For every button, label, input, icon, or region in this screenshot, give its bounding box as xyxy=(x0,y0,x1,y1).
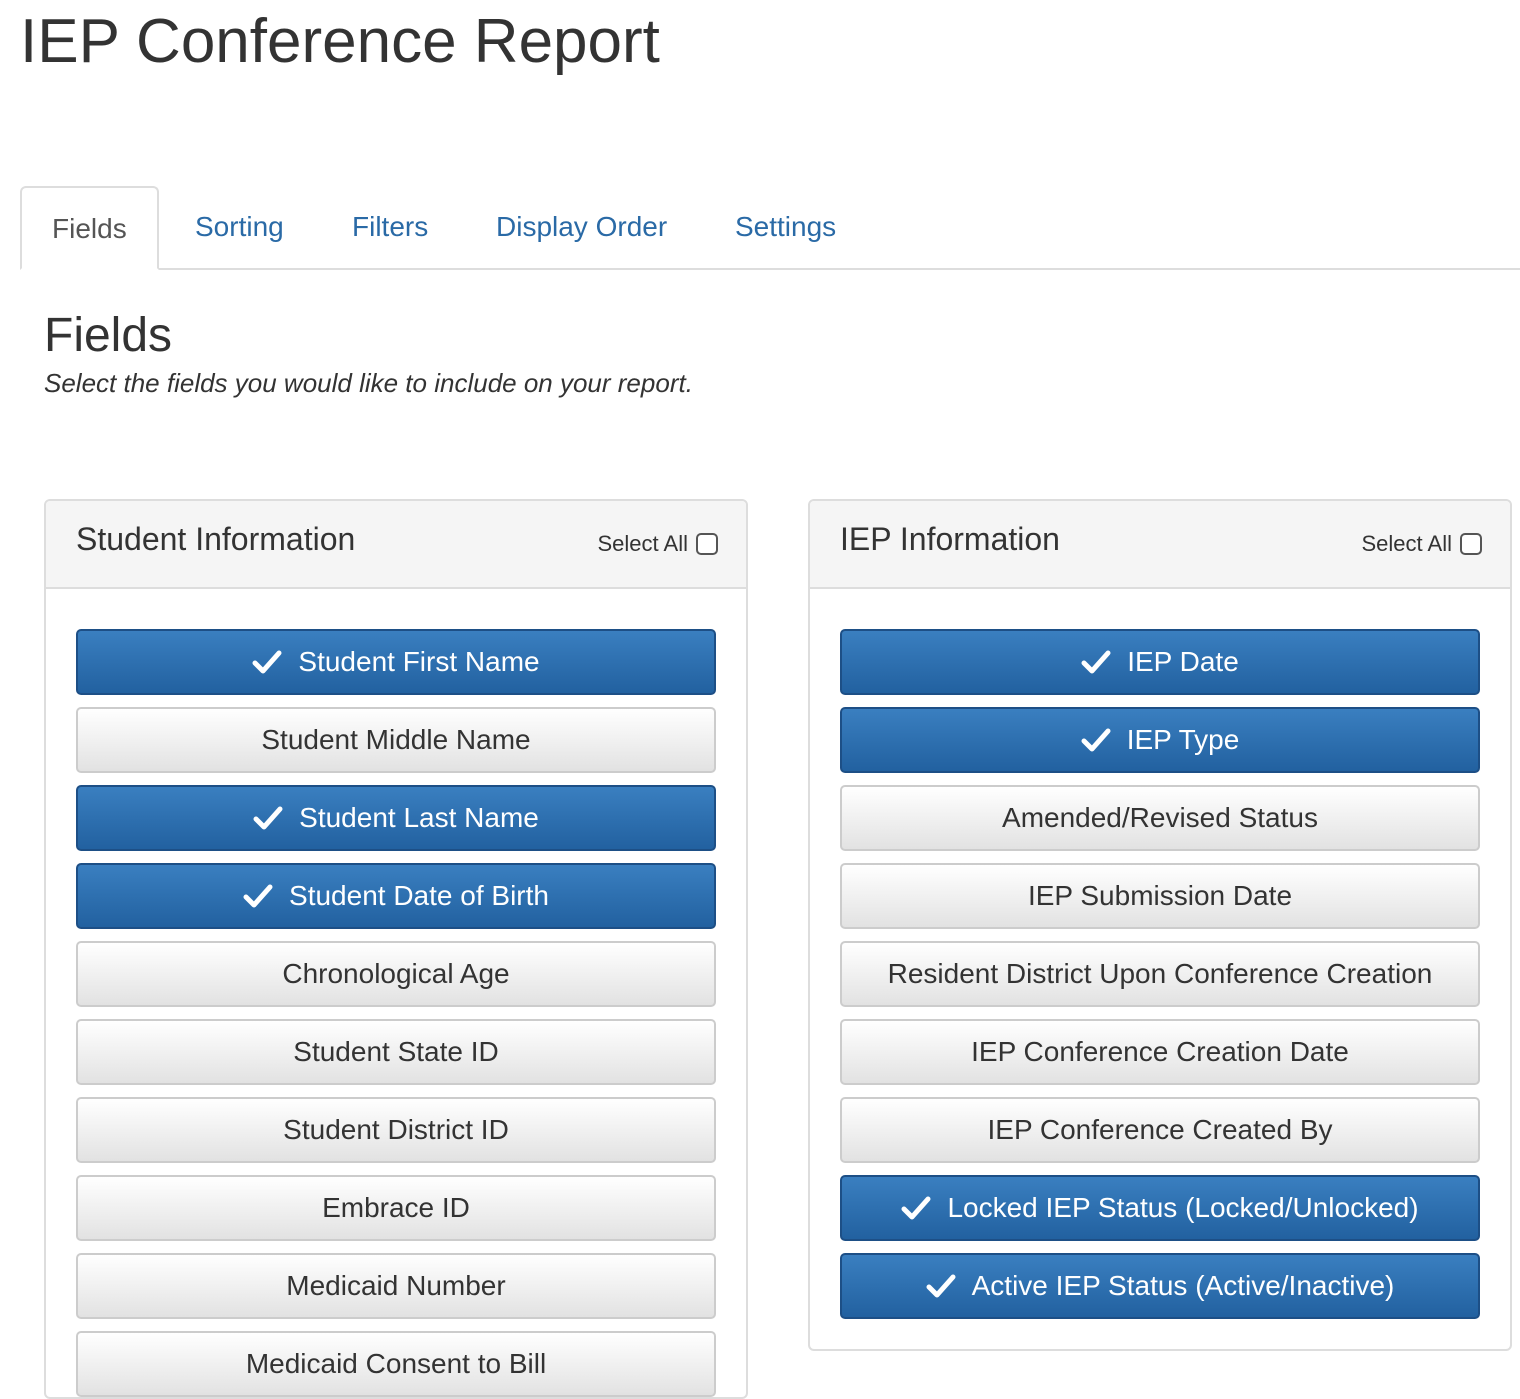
field-label: IEP Date xyxy=(1127,646,1239,677)
iep-field-button[interactable]: IEP Date xyxy=(840,629,1480,695)
field-label: IEP Conference Created By xyxy=(987,1114,1333,1145)
student-field-button[interactable]: Student First Name xyxy=(76,629,716,695)
tab-filters[interactable]: Filters xyxy=(352,186,428,270)
select-all-checkbox[interactable] xyxy=(1460,533,1482,555)
iep-field-button[interactable]: Amended/Revised Status xyxy=(840,785,1480,851)
field-label: Student State ID xyxy=(293,1036,499,1067)
panel-heading: IEP Information Select All xyxy=(810,501,1510,589)
field-label: Chronological Age xyxy=(282,958,510,989)
panel-heading: Student Information Select All xyxy=(46,501,746,589)
field-label: Locked IEP Status (Locked/Unlocked) xyxy=(947,1192,1419,1223)
field-label: IEP Type xyxy=(1126,724,1240,755)
check-icon xyxy=(253,803,283,833)
field-label: IEP Submission Date xyxy=(1027,880,1293,911)
tab-bar: Fields Sorting Filters Display Order Set… xyxy=(20,186,1520,270)
section-subtitle: Select the fields you would like to incl… xyxy=(44,368,693,398)
field-label: Student Middle Name xyxy=(261,724,531,755)
field-label: IEP Conference Creation Date xyxy=(971,1036,1349,1067)
check-icon xyxy=(252,647,282,677)
page-title: IEP Conference Report xyxy=(20,7,660,76)
panel-title: IEP Information xyxy=(840,521,1060,557)
iep-select-all[interactable]: Select All xyxy=(1361,531,1482,557)
iep-field-button[interactable]: IEP Conference Created By xyxy=(840,1097,1480,1163)
check-icon xyxy=(243,881,273,911)
check-icon xyxy=(901,1193,931,1223)
iep-information-panel: IEP Information Select All IEP Date IEP T… xyxy=(808,499,1512,1351)
select-all-checkbox[interactable] xyxy=(696,533,718,555)
field-label: Medicaid Number xyxy=(286,1270,506,1301)
tab-display-order[interactable]: Display Order xyxy=(496,186,667,270)
student-field-button[interactable]: Chronological Age xyxy=(76,941,716,1007)
check-icon xyxy=(926,1271,956,1301)
student-field-button[interactable]: Medicaid Consent to Bill xyxy=(76,1331,716,1397)
student-field-button[interactable]: Medicaid Number xyxy=(76,1253,716,1319)
field-label: Medicaid Consent to Bill xyxy=(245,1348,547,1379)
student-field-button[interactable]: Student District ID xyxy=(76,1097,716,1163)
student-field-button[interactable]: Embrace ID xyxy=(76,1175,716,1241)
select-all-label: Select All xyxy=(597,531,689,556)
iep-field-button[interactable]: IEP Type xyxy=(840,707,1480,773)
student-field-button[interactable]: Student Last Name xyxy=(76,785,716,851)
iep-field-button[interactable]: Resident District Upon Conference Creati… xyxy=(840,941,1480,1007)
check-icon xyxy=(1081,725,1111,755)
student-field-button[interactable]: Student State ID xyxy=(76,1019,716,1085)
field-label: Student District ID xyxy=(283,1114,509,1145)
iep-field-button[interactable]: Active IEP Status (Active/Inactive) xyxy=(840,1253,1480,1319)
field-label: Resident District Upon Conference Creati… xyxy=(887,958,1433,989)
student-field-button[interactable]: Student Date of Birth xyxy=(76,863,716,929)
field-list: Student First Name Student Middle Name Stu… xyxy=(46,589,746,1397)
student-select-all[interactable]: Select All xyxy=(597,531,718,557)
iep-field-button[interactable]: Locked IEP Status (Locked/Unlocked) xyxy=(840,1175,1480,1241)
student-information-panel: Student Information Select All Student F… xyxy=(44,499,748,1399)
iep-field-button[interactable]: IEP Submission Date xyxy=(840,863,1480,929)
tab-settings[interactable]: Settings xyxy=(735,186,836,270)
field-label: Amended/Revised Status xyxy=(1002,802,1318,833)
section-title: Fields xyxy=(44,309,173,362)
field-list: IEP Date IEP Type Amended/Revised Status IE… xyxy=(810,589,1510,1319)
check-icon xyxy=(1081,647,1111,677)
panel-title: Student Information xyxy=(76,521,356,557)
field-label: Embrace ID xyxy=(322,1192,470,1223)
field-label: Student Last Name xyxy=(299,802,539,833)
field-label: Active IEP Status (Active/Inactive) xyxy=(971,1270,1395,1301)
select-all-label: Select All xyxy=(1361,531,1453,556)
field-label: Student Date of Birth xyxy=(289,880,549,911)
field-label: Student First Name xyxy=(298,646,540,677)
tab-sorting[interactable]: Sorting xyxy=(195,186,284,270)
iep-field-button[interactable]: IEP Conference Creation Date xyxy=(840,1019,1480,1085)
tab-fields[interactable]: Fields xyxy=(20,186,159,270)
student-field-button[interactable]: Student Middle Name xyxy=(76,707,716,773)
